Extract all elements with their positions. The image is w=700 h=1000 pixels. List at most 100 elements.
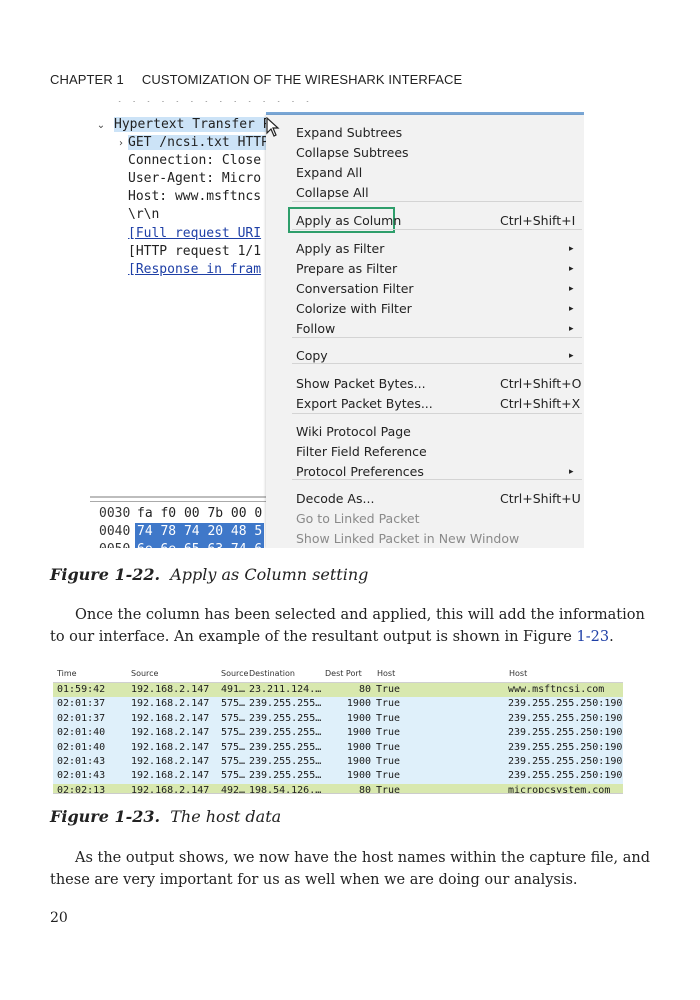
tree-row[interactable]: Host: www.msftncs (90, 188, 290, 206)
menu-item-apply-as-column[interactable]: Apply as Column Ctrl+Shift+I (266, 211, 584, 231)
menu-item-wiki-protocol-page[interactable]: Wiki Protocol Page (266, 422, 584, 442)
table-row[interactable]: 02:01:43 192.168.2.147 575… 239.255.255… 190… (53, 769, 623, 784)
tree-row-text: Connection: Close (128, 153, 262, 168)
pane-divider[interactable] (90, 496, 266, 498)
column-header[interactable]: Source (131, 669, 158, 678)
table-cell: 02:02:13 (57, 784, 106, 794)
chapter-label: CHAPTER 1 (50, 72, 124, 87)
menu-item-shortcut: Ctrl+Shift+I (500, 213, 576, 228)
menu-item-colorize-with-filter[interactable]: Colorize with Filter ▸ (266, 299, 584, 319)
table-cell: 239.255.255.250:1900 (508, 698, 623, 710)
table-row[interactable]: 02:01:37 192.168.2.147 575… 239.255.255… 190… (53, 711, 623, 727)
table-cell: www.msftncsi.com (508, 684, 605, 695)
tree-row[interactable]: [Full request URI (90, 225, 290, 243)
tree-row-text: User-Agent: Micro (128, 171, 262, 186)
table-cell: 192.168.2.147 (131, 756, 210, 767)
menu-item-collapse-subtrees[interactable]: Collapse Subtrees (266, 143, 584, 163)
menu-item-filter-field-reference[interactable]: Filter Field Reference (266, 442, 584, 462)
hex-row: 0040 74 78 74 20 48 5 (99, 523, 265, 541)
menu-item-decode-as[interactable]: Decode As... Ctrl+Shift+U (266, 489, 584, 509)
menu-item-label: Prepare as Filter (296, 261, 398, 276)
figure-link[interactable]: 1-23 (576, 629, 609, 645)
table-cell: 192.168.2.147 (131, 727, 210, 739)
menu-item-collapse-all[interactable]: Collapse All (266, 183, 584, 203)
menu-item-expand-subtrees[interactable]: Expand Subtrees (266, 123, 584, 143)
figure-caption-text: Apply as Column setting (170, 565, 369, 584)
table-cell: 575… (221, 756, 246, 767)
paragraph-2: As the output shows, we now have the hos… (50, 847, 650, 891)
table-cell: 1900 (346, 712, 371, 724)
table-cell: 575… (221, 770, 246, 782)
table-cell: 1900 (346, 741, 371, 753)
table-row[interactable]: 02:01:40 192.168.2.147 575… 239.255.255… 190… (53, 726, 623, 741)
table-cell: 575… (221, 741, 246, 753)
menu-item-label: Collapse Subtrees (296, 145, 409, 160)
hex-bytes[interactable]: 6e 6e 65 63 74 6 (135, 541, 265, 548)
menu-item-expand-all[interactable]: Expand All (266, 163, 584, 183)
table-cell: 575… (221, 712, 246, 724)
collapse-arrow-icon[interactable]: › (114, 135, 128, 152)
paragraph-1: Once the column has been selected and ap… (50, 604, 650, 648)
submenu-arrow-icon: ▸ (569, 284, 574, 294)
table-cell: 192.168.2.147 (131, 684, 210, 695)
menu-item-show-packet-bytes[interactable]: Show Packet Bytes... Ctrl+Shift+O (266, 374, 584, 394)
table-cell: True (376, 698, 401, 710)
figure-caption-text: The host data (170, 807, 282, 826)
tree-row-text: Host: www.msftncs (128, 189, 262, 204)
table-row[interactable]: 02:01:37 192.168.2.147 575… 239.255.255… 190… (53, 697, 623, 712)
tree-row[interactable]: ⌄ Hypertext Transfer P (90, 116, 270, 134)
hex-offset: 0030 (99, 506, 131, 521)
figure-number: Figure 1-23. (50, 807, 161, 826)
tree-row[interactable]: \r\n (90, 206, 290, 224)
packet-bytes-pane: 0030 fa f0 00 7b 00 0 0040 74 78 74 20 48 5… (90, 501, 266, 548)
table-row[interactable]: 01:59:42 192.168.2.147 491… 23.211.124.… 80 T… (53, 683, 623, 698)
table-cell: True (376, 684, 401, 695)
tree-row[interactable]: User-Agent: Micro (90, 170, 290, 188)
table-row[interactable]: 02:01:43 192.168.2.147 575… 239.255.255… 190… (53, 755, 623, 770)
tree-row-text: [Response in fram (128, 262, 262, 277)
column-header[interactable]: Dest Port (325, 669, 362, 678)
table-cell: 239.255.255… (249, 712, 322, 724)
submenu-arrow-icon: ▸ (569, 351, 574, 361)
hex-bytes[interactable]: fa f0 00 7b 00 0 (135, 505, 264, 523)
menu-item-follow[interactable]: Follow ▸ (266, 319, 584, 339)
column-header[interactable]: Destination (249, 669, 295, 678)
tree-row[interactable]: [HTTP request 1/1 (90, 243, 290, 261)
menu-item-label: Wiki Protocol Page (296, 424, 411, 439)
column-header[interactable]: Host (377, 669, 395, 678)
menu-item-prepare-as-filter[interactable]: Prepare as Filter ▸ (266, 259, 584, 279)
table-cell: True (376, 770, 401, 782)
table-cell: 23.211.124.… (249, 684, 322, 695)
table-cell: 239.255.255… (249, 756, 322, 767)
tree-row[interactable]: [Response in fram (90, 261, 290, 279)
table-row[interactable]: 02:01:40 192.168.2.147 575… 239.255.255… 190… (53, 740, 623, 755)
table-cell: 239.255.255… (249, 698, 322, 710)
menu-item-show-linked-packet-in-new-window[interactable]: Show Linked Packet in New Window (266, 529, 584, 548)
table-cell: 239.255.255… (249, 727, 322, 739)
menu-item-label: Expand Subtrees (296, 125, 403, 140)
expand-arrow-icon[interactable]: ⌄ (94, 117, 108, 134)
menu-item-label: Expand All (296, 165, 363, 180)
menu-item-protocol-preferences[interactable]: Protocol Preferences ▸ (266, 462, 584, 482)
table-cell: 1900 (346, 770, 371, 782)
figure-caption-1-22: Figure 1-22. Apply as Column setting (50, 565, 368, 584)
table-cell: 198.54.126.… (249, 784, 322, 794)
hex-row: 00506e 6e 65 63 74 6 (99, 541, 265, 548)
tree-row[interactable]: Connection: Close (90, 152, 290, 170)
menu-item-conversation-filter[interactable]: Conversation Filter ▸ (266, 279, 584, 299)
column-header[interactable]: Host (509, 669, 527, 678)
hex-bytes[interactable]: 74 78 74 20 48 5 (135, 523, 265, 541)
table-cell: 80 (358, 784, 371, 794)
column-header[interactable]: Source (221, 669, 248, 678)
column-header[interactable]: Time (57, 669, 77, 678)
mouse-pointer-icon (266, 116, 280, 141)
menu-item-export-packet-bytes[interactable]: Export Packet Bytes... Ctrl+Shift+X (266, 394, 584, 414)
menu-item-label: Colorize with Filter (296, 301, 412, 316)
menu-item-label: Export Packet Bytes... (296, 396, 433, 411)
tree-row[interactable]: › GET /ncsi.txt HTTP (90, 134, 290, 152)
table-cell: 1900 (346, 727, 371, 739)
table-row[interactable]: 02:02:13 192.168.2.147 492… 198.54.126.… 80 T… (53, 783, 623, 794)
menu-item-copy[interactable]: Copy ▸ (266, 346, 584, 366)
menu-item-apply-as-filter[interactable]: Apply as Filter ▸ (266, 239, 584, 259)
menu-item-go-to-linked-packet[interactable]: Go to Linked Packet (266, 509, 584, 529)
